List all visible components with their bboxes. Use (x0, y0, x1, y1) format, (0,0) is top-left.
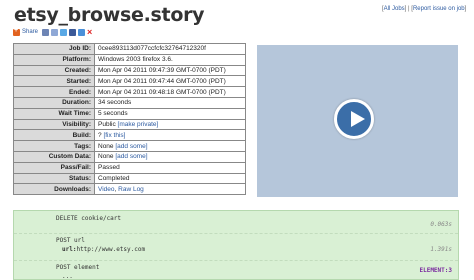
detail-value: Mon Apr 04 2011 09:47:44 GMT-0700 (PDT) (94, 75, 246, 88)
detail-row: Tags: None [add some] (13, 140, 246, 152)
page-title: etsy_browse.story (14, 4, 205, 26)
detail-key: Ended: (13, 86, 95, 98)
detail-key: Tags: (13, 140, 95, 152)
detail-value: 5 seconds (94, 107, 246, 120)
detail-value: 34 seconds (94, 96, 246, 109)
log-argument: ... (62, 273, 73, 280)
log-duration: 1.391s (430, 246, 452, 253)
download-video-link[interactable]: Video (98, 186, 115, 193)
log-duration: 0.063s (430, 221, 452, 228)
detail-value-text: Completed (98, 174, 130, 182)
detail-row: Platform: Windows 2003 firefox 3.6. (13, 53, 246, 66)
share-icon[interactable] (13, 27, 20, 36)
detail-row: Build:? [fix this] (13, 129, 246, 142)
detail-row: Custom Data: None [add some] (13, 150, 246, 163)
detail-row: Duration: 34 seconds (13, 96, 246, 109)
facebook-share-icon[interactable] (69, 28, 77, 36)
log-argument: url:http://www.etsy.com (62, 246, 145, 253)
detail-row: Created: Mon Apr 04 2011 09:47:39 GMT-070… (13, 64, 246, 77)
detail-value-text: None (98, 142, 114, 150)
detail-row: Downloads: Video, Raw Log (13, 183, 246, 196)
detail-key: Duration: (13, 96, 95, 109)
detail-value-text: None (98, 153, 114, 161)
detail-action-link[interactable]: [add some] (115, 153, 147, 160)
detail-value: None [add some] (94, 140, 246, 152)
job-page: etsy_browse.story [All Jobs] | [Report i… (0, 0, 474, 280)
log-arg-value: http://www.etsy.com (76, 246, 146, 253)
detail-value-text: 5 seconds (98, 110, 128, 118)
twitter-share-icon[interactable] (60, 28, 68, 36)
detail-key: Started: (13, 75, 95, 88)
download-log-link[interactable]: Raw Log (118, 186, 144, 193)
detail-value-text: Windows 2003 firefox 3.6. (98, 56, 173, 64)
detail-row: Ended: Mon Apr 04 2011 09:48:18 GMT-0700 … (13, 86, 246, 98)
log-command: DELETE cookie/cart (56, 215, 122, 222)
all-jobs-link[interactable]: All Jobs (384, 6, 405, 12)
detail-value: 0cee893113d077ccfcfc32764712320f (94, 43, 246, 55)
report-issue-link[interactable]: Report issue on job (413, 6, 465, 12)
detail-value-text: Mon Apr 04 2011 09:48:18 GMT-0700 (PDT) (98, 88, 226, 96)
top-links: [All Jobs] | [Report issue on job] (382, 6, 467, 12)
share-bar: Share × (13, 27, 94, 37)
detail-action-link[interactable]: [fix this] (103, 132, 125, 139)
detail-key: Platform: (13, 53, 95, 66)
play-icon[interactable] (334, 99, 374, 139)
detail-value-text: Passed (98, 164, 120, 172)
detail-key: Created: (13, 64, 95, 77)
detail-row: Visibility: Public [make private] (13, 118, 246, 131)
detail-value: ? [fix this] (94, 129, 246, 142)
detail-value-text: 34 seconds (98, 99, 132, 107)
detail-value: Mon Apr 04 2011 09:47:39 GMT-0700 (PDT) (94, 64, 246, 77)
link-separator: | (408, 6, 410, 12)
email-share-icon[interactable] (42, 28, 50, 36)
detail-value-text: Mon Apr 04 2011 09:47:44 GMT-0700 (PDT) (98, 77, 226, 85)
detail-value-text: ? (98, 131, 102, 139)
detail-row: Wait Time: 5 seconds (13, 107, 246, 120)
detail-value: Windows 2003 firefox 3.6. (94, 53, 246, 66)
log-command: POST url (56, 237, 85, 244)
detail-key: Wait Time: (13, 107, 95, 120)
detail-value: Video, Raw Log (94, 183, 246, 196)
detail-key: Downloads: (13, 183, 95, 196)
log-command: POST element (56, 264, 100, 271)
detail-key: Job ID: (13, 43, 95, 55)
close-icon[interactable]: × (87, 27, 92, 36)
detail-key: Build: (13, 129, 95, 142)
digg-share-icon[interactable] (78, 28, 86, 36)
detail-value-text: Public (98, 120, 116, 128)
log-step: POST element ... ELEMENT:3 (14, 260, 458, 280)
detail-key: Status: (13, 172, 95, 185)
detail-row: Status: Completed (13, 172, 246, 185)
detail-value: Mon Apr 04 2011 09:48:18 GMT-0700 (PDT) (94, 86, 246, 98)
detail-value: Passed (94, 161, 246, 174)
share-button[interactable]: Share (22, 29, 38, 35)
detail-value: Completed (94, 172, 246, 185)
detail-action-link[interactable]: [make private] (118, 121, 159, 128)
detail-row: Job ID: 0cee893113d077ccfcfc32764712320f (13, 43, 246, 55)
log-arg-key: url: (62, 246, 77, 253)
log-step: DELETE cookie/cart 0.063s (14, 211, 458, 232)
delicious-share-icon[interactable] (51, 28, 59, 36)
detail-key: Custom Data: (13, 150, 95, 163)
detail-action-link[interactable]: [add some] (115, 143, 147, 150)
command-log: DELETE cookie/cart 0.063s POST url url:h… (13, 210, 459, 280)
detail-value: Public [make private] (94, 118, 246, 131)
detail-row: Started: Mon Apr 04 2011 09:47:44 GMT-070… (13, 75, 246, 88)
detail-value-text: 0cee893113d077ccfcfc32764712320f (98, 45, 206, 53)
detail-row: Pass/Fail: Passed (13, 161, 246, 174)
detail-key: Visibility: (13, 118, 95, 131)
log-step: POST url url:http://www.etsy.com 1.391s (14, 233, 458, 259)
log-result-tag: ELEMENT:3 (419, 267, 452, 274)
detail-key: Pass/Fail: (13, 161, 95, 174)
detail-value-text: Mon Apr 04 2011 09:47:39 GMT-0700 (PDT) (98, 66, 226, 74)
detail-value: None [add some] (94, 150, 246, 163)
job-details-table: Job ID: 0cee893113d077ccfcfc32764712320f P… (13, 43, 246, 196)
